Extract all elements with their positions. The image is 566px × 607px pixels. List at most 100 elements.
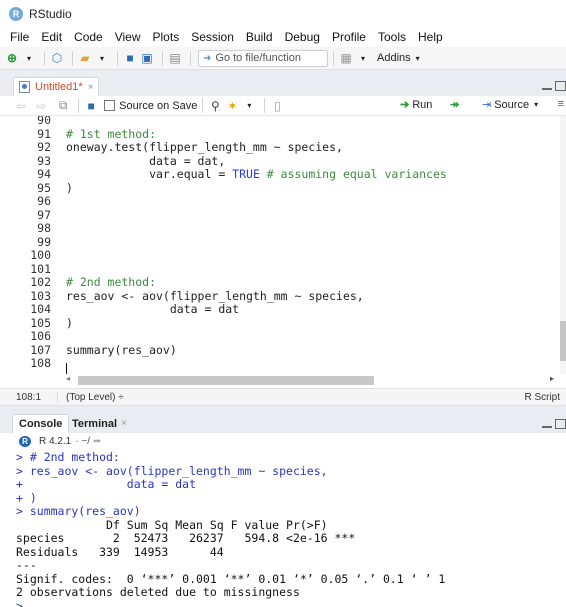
toolbar-divider (190, 50, 191, 66)
back-icon[interactable]: ⇦ (16, 99, 26, 113)
console-output-line: --- (16, 558, 37, 572)
console-output-line: species 2 52473 26237 594.8 <2e-16 *** (16, 531, 356, 545)
editor-toolbar: ⇦ ⇨ ⧉ ■ Source on Save ⚲ ✶ ▾ ▯ ➔ Run ↠ ⇥… (0, 96, 566, 116)
save-icon[interactable]: ■ (123, 50, 137, 66)
run-arrow-icon: ➔ (400, 99, 410, 111)
new-file-dropdown-icon[interactable]: ▾ (22, 50, 36, 66)
source-label: Source (494, 98, 530, 111)
line-number: 108 (30, 356, 51, 370)
console-output[interactable]: > # 2nd method: > res_aov <- aov(flipper_… (0, 450, 566, 607)
pane-layout-dropdown-icon[interactable]: ▾ (356, 50, 370, 66)
text-cursor (66, 363, 67, 374)
menu-build[interactable]: Build (240, 30, 279, 44)
search-icon[interactable]: ⚲ (208, 98, 222, 114)
main-toolbar: ⊕ ▾ ⬡ ▰ ▾ ■ ▣ ▤ ➜ Go to file/function ▦ … (0, 47, 566, 70)
scroll-right-icon[interactable]: ▸ (550, 374, 554, 383)
line-number: 106 (30, 329, 51, 343)
window-title: RStudio (29, 6, 72, 21)
menu-file[interactable]: File (4, 30, 35, 44)
goto-file-input[interactable]: ➜ Go to file/function (198, 49, 328, 67)
tab-console[interactable]: Console (12, 414, 70, 433)
pane-layout-icon[interactable]: ▦ (339, 50, 353, 66)
source-dropdown-icon[interactable]: ▾ (534, 100, 538, 109)
code-line: 101 (0, 262, 566, 277)
open-dropdown-icon[interactable]: ▾ (95, 50, 109, 66)
code-line: 95) (0, 180, 566, 196)
menu-plots[interactable]: Plots (147, 30, 186, 44)
maximize-pane-icon[interactable] (555, 81, 566, 91)
show-in-window-icon[interactable]: ⧉ (56, 98, 70, 114)
console-input-line: + data = dat (16, 477, 197, 491)
minimize-pane-icon[interactable] (542, 426, 552, 428)
toolbar-divider (264, 98, 266, 113)
menu-view[interactable]: View (109, 30, 147, 44)
code-editor[interactable]: 90 91 # 1st method: 92 oneway.test(flipper_l… (0, 116, 566, 374)
menu-help[interactable]: Help (412, 30, 449, 44)
source-on-save-checkbox[interactable] (104, 100, 116, 111)
print-icon[interactable]: ▤ (168, 50, 182, 66)
close-tab-icon[interactable]: × (88, 82, 94, 93)
console-input-line: + ) (16, 490, 37, 505)
line-number: 105 (30, 315, 51, 330)
line-number: 92 (37, 140, 51, 154)
code-text: var.equal = TRUE # assuming equal varian… (66, 167, 447, 182)
code-text: ) (66, 315, 73, 330)
menu-code[interactable]: Code (68, 30, 109, 44)
source-button[interactable]: ⇥ Source ▾ (482, 98, 538, 112)
code-line: 108 (0, 356, 566, 371)
code-token: var.equal = (66, 167, 233, 181)
code-text: data = dat, (66, 153, 226, 168)
console-output-line: 2 observations deleted due to missingnes… (16, 585, 300, 599)
outline-icon[interactable]: ≡ (558, 98, 564, 110)
console-header: R R 4.2.1 · ~/ ➦ (0, 433, 566, 450)
addins-dropdown-icon[interactable]: ▾ (411, 50, 425, 66)
scope-selector[interactable]: (Top Level) ÷ (58, 392, 124, 403)
new-file-icon[interactable]: ⊕ (5, 50, 19, 66)
code-line: 98 (0, 221, 566, 236)
open-folder-icon[interactable]: ▰ (78, 50, 92, 66)
code-line: 99 (0, 235, 566, 250)
code-tools-wand-icon[interactable]: ✶ (225, 98, 239, 114)
save-icon[interactable]: ■ (84, 98, 98, 114)
line-number: 103 (30, 288, 51, 303)
save-all-icon[interactable]: ▣ (140, 50, 154, 66)
code-text: oneway.test(flipper_length_mm ~ species, (66, 140, 343, 154)
scroll-left-icon[interactable]: ◂ (66, 374, 70, 383)
minimize-pane-icon[interactable] (542, 88, 552, 90)
editor-vertical-scrollbar[interactable] (560, 116, 566, 374)
addins-menu[interactable]: Addins (377, 52, 411, 64)
editor-horizontal-scrollbar[interactable]: ◂ ▸ (66, 374, 566, 388)
scrollbar-thumb[interactable] (560, 321, 566, 361)
code-line: 107 summary(res_aov) (0, 343, 566, 358)
new-project-icon[interactable]: ⬡ (50, 50, 64, 66)
menu-tools[interactable]: Tools (372, 30, 412, 44)
code-line: 90 (0, 116, 566, 128)
goto-directory-icon[interactable]: ➦ (93, 436, 101, 447)
console-input-line: > (16, 598, 23, 607)
pane-gap (0, 406, 566, 414)
console-input-line: > res_aov <- aov(flipper_length_mm ~ spe… (16, 463, 328, 478)
menu-profile[interactable]: Profile (326, 30, 372, 44)
close-tab-icon[interactable]: × (121, 418, 127, 429)
scrollbar-thumb[interactable] (78, 376, 374, 385)
source-pane-controls (542, 81, 566, 91)
keyword-token: TRUE (232, 167, 260, 181)
run-button[interactable]: ➔ Run (400, 98, 432, 112)
rerun-icon[interactable]: ↠ (450, 98, 459, 111)
menu-debug[interactable]: Debug (279, 30, 326, 44)
menu-session[interactable]: Session (185, 30, 240, 44)
toolbar-divider (44, 50, 45, 66)
tab-label: Terminal (72, 417, 118, 430)
compile-report-icon[interactable]: ▯ (270, 98, 284, 114)
menu-edit[interactable]: Edit (35, 30, 68, 44)
code-tools-dropdown-icon[interactable]: ▾ (242, 98, 256, 114)
line-number: 95 (37, 180, 51, 195)
console-input-line: > # 2nd method: (16, 450, 120, 464)
tab-terminal[interactable]: Terminal × (66, 414, 133, 433)
code-line: 91 # 1st method: (0, 127, 566, 142)
tab-untitled1[interactable]: Untitled1* × (13, 77, 99, 96)
code-text: # 2nd method: (66, 275, 157, 289)
maximize-pane-icon[interactable] (555, 419, 566, 429)
forward-icon[interactable]: ⇨ (36, 99, 46, 113)
file-type-selector[interactable]: R Script (524, 392, 560, 403)
